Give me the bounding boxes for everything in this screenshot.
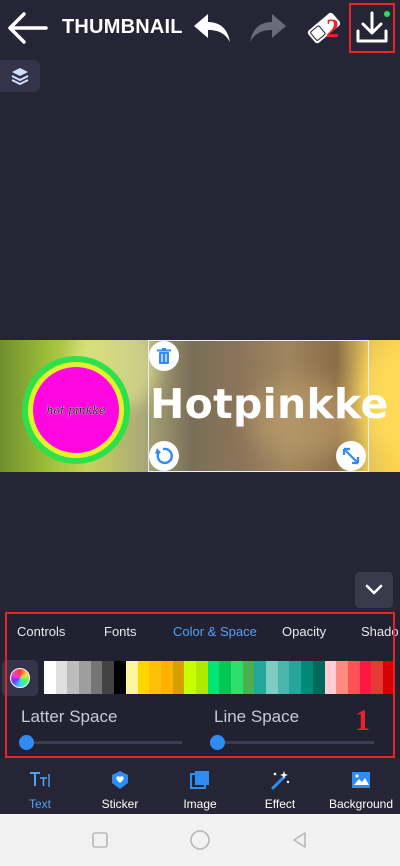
nav-image-label: Image xyxy=(183,797,217,811)
system-navigation-bar xyxy=(0,814,400,866)
nav-effect[interactable]: Effect xyxy=(258,762,302,812)
undo-button[interactable] xyxy=(192,10,232,46)
system-back-button[interactable] xyxy=(288,828,312,852)
nav-image[interactable]: Image xyxy=(176,762,224,812)
redo-icon xyxy=(250,14,286,42)
rotate-handle[interactable] xyxy=(149,441,179,471)
collapse-panel-button[interactable] xyxy=(355,572,393,608)
headline-text[interactable]: Hotpinkke xyxy=(150,380,389,428)
page-title: THUMBNAIL xyxy=(62,16,183,38)
annotation-number-2: 2 xyxy=(326,14,339,43)
triangle-back-icon xyxy=(293,832,306,848)
redo-button[interactable] xyxy=(248,10,288,46)
nav-effect-label: Effect xyxy=(264,797,296,811)
back-arrow-icon xyxy=(8,12,48,44)
circle-icon xyxy=(190,830,210,850)
resize-handle[interactable] xyxy=(336,441,366,471)
recents-button[interactable] xyxy=(88,828,112,852)
home-button[interactable] xyxy=(188,828,212,852)
effect-icon xyxy=(271,771,290,790)
nav-sticker[interactable]: Sticker xyxy=(98,762,142,812)
eraser-icon xyxy=(307,12,341,44)
nav-text-label: Text xyxy=(28,797,51,811)
eraser-button[interactable] xyxy=(302,8,346,48)
logo-sticker[interactable]: hot pinkke xyxy=(33,367,119,453)
back-button[interactable] xyxy=(6,8,50,48)
image-icon xyxy=(190,771,209,789)
notification-dot xyxy=(384,11,390,17)
sticker-icon xyxy=(112,771,128,789)
background-icon xyxy=(352,772,370,788)
top-bar: THUMBNAIL 2 xyxy=(0,0,400,58)
text-icon xyxy=(30,772,50,787)
square-icon xyxy=(92,832,108,848)
delete-handle[interactable] xyxy=(149,341,179,371)
nav-sticker-label: Sticker xyxy=(101,797,139,811)
logo-text: hot pinkke xyxy=(46,403,106,417)
rotate-icon xyxy=(155,447,173,465)
layers-icon xyxy=(11,68,29,86)
annotation-highlight-box xyxy=(5,612,395,758)
layers-button[interactable] xyxy=(0,60,40,92)
chevron-down-icon xyxy=(365,584,383,595)
trash-icon xyxy=(157,348,171,364)
resize-arrows-icon xyxy=(342,447,360,465)
undo-icon xyxy=(194,14,230,42)
nav-background[interactable]: Background xyxy=(326,762,396,812)
bottom-navigation: Text Sticker Image Effect Background xyxy=(0,762,400,812)
nav-text[interactable]: Text xyxy=(22,762,58,812)
nav-background-label: Background xyxy=(328,797,394,811)
